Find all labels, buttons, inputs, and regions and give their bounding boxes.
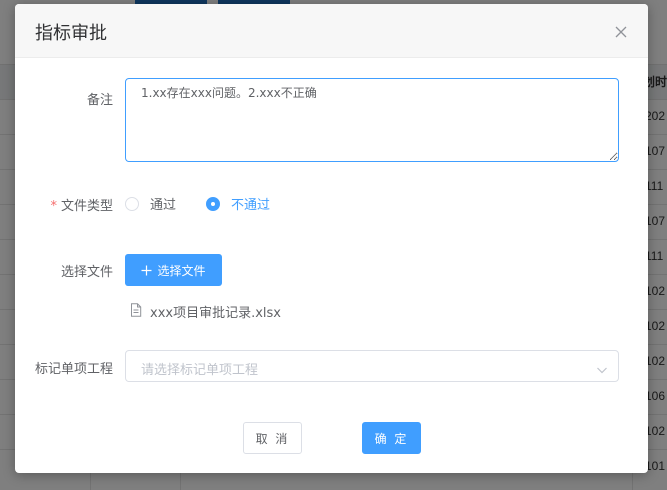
plus-icon — [141, 265, 152, 276]
radio-fail-circle[interactable] — [206, 196, 221, 211]
file-type-label: * 文件类型 — [50, 195, 113, 214]
file-type-radio-group: 通过 不通过 — [125, 194, 300, 213]
approval-dialog: 指标审批 备注 1.xx存在xxx问题。2.xxx不正确 * 文件类型 通过 不通… — [15, 4, 648, 473]
radio-pass-label[interactable]: 通过 — [150, 194, 176, 213]
dialog-header: 指标审批 — [15, 4, 648, 58]
remark-label: 备注 — [86, 93, 113, 108]
file-name[interactable]: xxx项目审批记录.xlsx — [150, 302, 281, 321]
radio-fail[interactable]: 不通过 — [206, 194, 270, 213]
chevron-down-icon — [596, 361, 608, 380]
required-mark: * — [50, 199, 57, 214]
choose-file-label: 选择文件 — [60, 265, 113, 280]
dialog-title: 指标审批 — [35, 23, 107, 44]
document-icon — [130, 302, 142, 321]
choose-file-button[interactable]: 选择文件 — [125, 254, 222, 286]
cancel-button[interactable]: 取 消 — [243, 422, 302, 454]
select-placeholder: 请选择标记单项工程 — [141, 363, 259, 378]
close-icon[interactable] — [614, 25, 628, 39]
choose-file-button-label: 选择文件 — [157, 263, 206, 278]
file-type-label-text: 文件类型 — [60, 199, 113, 214]
remark-textarea[interactable]: 1.xx存在xxx问题。2.xxx不正确 — [125, 78, 619, 162]
mark-project-select[interactable]: 请选择标记单项工程 — [125, 350, 619, 382]
radio-pass-circle[interactable] — [125, 196, 139, 211]
mark-project-label: 标记单项工程 — [34, 362, 113, 377]
radio-pass[interactable]: 通过 — [125, 194, 176, 213]
radio-fail-label[interactable]: 不通过 — [231, 194, 270, 213]
uploaded-file-item[interactable]: xxx项目审批记录.xlsx — [130, 302, 281, 321]
confirm-button[interactable]: 确 定 — [362, 422, 421, 454]
